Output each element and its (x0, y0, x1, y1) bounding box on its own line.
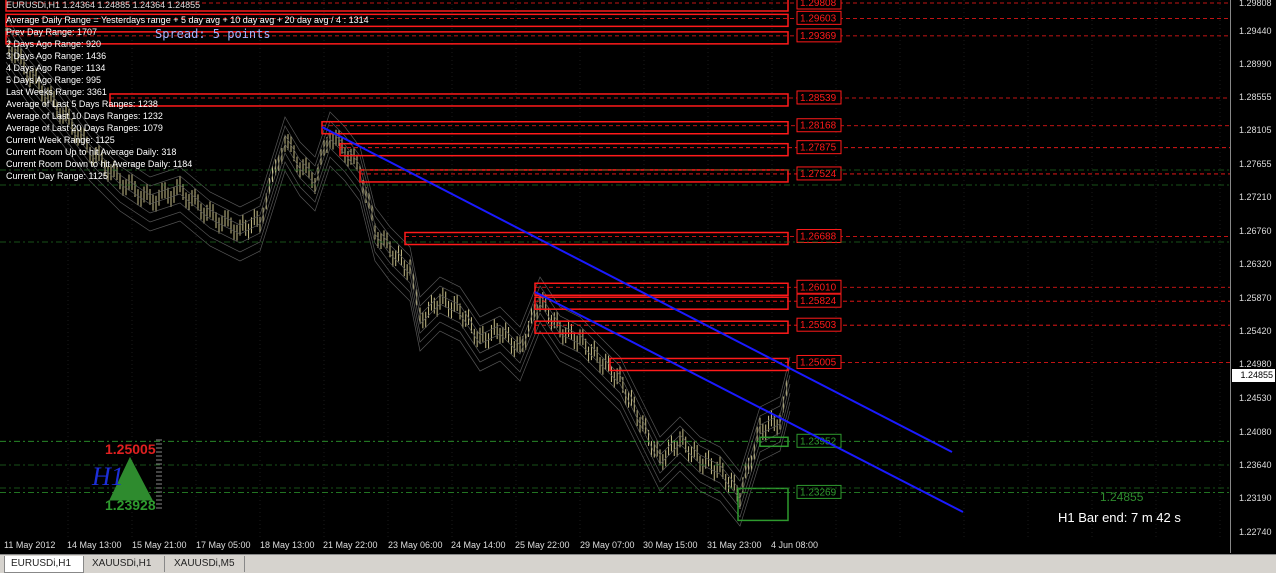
time-tick-label: 18 May 13:00 (260, 540, 315, 550)
time-tick-label: 25 May 22:00 (515, 540, 570, 550)
resistance-level-label: 1.29603 (800, 13, 837, 24)
time-tick-label: 21 May 22:00 (323, 540, 378, 550)
stat-line: Current Room Up to hit Average Daily: 31… (6, 147, 177, 157)
resistance-level-label: 1.25503 (800, 320, 837, 331)
stat-line: Current Day Range: 1125 (6, 171, 108, 181)
time-tick-label: 29 May 07:00 (580, 540, 635, 550)
support-level-label: 1.23269 (800, 487, 837, 498)
resistance-box (404, 231, 789, 246)
resistance-level-label: 1.28168 (800, 121, 837, 132)
current-price-display: 1.24855 (1100, 490, 1144, 504)
time-tick-label: 11 May 2012 (4, 540, 56, 550)
stat-line: Average of Last 20 Days Ranges: 1079 (6, 123, 163, 133)
price-tick-label: 1.28990 (1239, 59, 1272, 70)
resistance-box (339, 142, 789, 157)
stat-line: 4 Days Ago Range: 1134 (6, 63, 106, 73)
stat-line: 5 Days Ago Range: 995 (6, 75, 102, 85)
price-tick-label: 1.22740 (1239, 527, 1272, 537)
indicator-timeframe-label: H1 (92, 462, 124, 491)
time-tick-label: 4 Jun 08:00 (771, 540, 819, 550)
resistance-level-label: 1.25824 (800, 296, 837, 307)
resistance-level-label: 1.25005 (800, 357, 837, 368)
stat-line: 3 Days Ago Range: 1436 (6, 51, 107, 61)
price-tick-label: 1.23640 (1239, 459, 1272, 470)
stat-line: Current Room Down to hit Average Daily: … (6, 159, 193, 169)
price-axis[interactable]: 1.29808 1.29440 1.28990 1.28555 1.28105 1.276… (1231, 0, 1276, 553)
stat-line: Average of Last 5 Days Ranges: 1238 (6, 99, 158, 109)
resistance-level-label: 1.27524 (800, 169, 837, 180)
resistance-box (609, 357, 789, 372)
resistance-level-label: 1.29808 (800, 0, 837, 9)
stat-line: Last Weeks Range: 3361 (6, 87, 107, 97)
stat-line: Average Daily Range = Yesterdays range +… (6, 15, 369, 25)
price-tick-label: 1.24980 (1239, 359, 1272, 370)
indicator-high-value: 1.25005 (105, 441, 156, 457)
price-tick-label: 1.27655 (1239, 159, 1272, 170)
resistance-box (321, 120, 789, 135)
stat-line: Average of Last 10 Days Ranges: 1232 (6, 111, 163, 121)
time-axis[interactable]: 11 May 2012 14 May 13:00 15 May 21:00 17 Ma… (0, 538, 1230, 554)
stat-line: Current Week Range: 1125 (6, 135, 115, 145)
price-tick-label: 1.24530 (1239, 393, 1272, 404)
price-tick-label: 1.27210 (1239, 192, 1272, 203)
chart-tabs-bar: EURUSDi,H1 XAUUSDi,H1 XAUUSDi,M5 (0, 554, 1276, 573)
bar-end-timer: H1 Bar end: 7 m 42 s (1058, 510, 1181, 525)
spread-label: Spread: 5 points (155, 27, 271, 41)
price-tick-label: 1.29440 (1239, 25, 1272, 36)
resistance-level-label: 1.28539 (800, 93, 837, 104)
time-tick-label: 14 May 13:00 (67, 540, 122, 550)
price-tick-label: 1.25420 (1239, 326, 1272, 337)
price-tick-label: 1.26320 (1239, 259, 1272, 270)
support-box (737, 487, 789, 522)
indicator-low-value: 1.23928 (105, 497, 156, 513)
price-tick-label: 1.25870 (1239, 292, 1272, 303)
time-tick-label: 15 May 21:00 (132, 540, 187, 550)
price-tick-label: 1.23190 (1239, 493, 1272, 504)
time-tick-label: 24 May 14:00 (451, 540, 506, 550)
time-tick-label: 17 May 05:00 (196, 540, 251, 550)
chart-tab[interactable]: XAUUSDi,H1 (86, 556, 165, 572)
resistance-box (534, 282, 789, 297)
price-tick-label: 1.28105 (1239, 125, 1272, 136)
chart-tab[interactable]: XAUUSDi,M5 (168, 556, 245, 572)
current-price-marker: 1.24855 (1232, 369, 1275, 382)
price-tick-label: 1.28555 (1239, 91, 1272, 102)
chart-tab[interactable]: EURUSDi,H1 (4, 556, 84, 573)
resistance-level-label: 1.27875 (800, 143, 837, 154)
price-tick-label: 1.26760 (1239, 226, 1272, 237)
resistance-level-label: 1.26010 (800, 282, 837, 293)
symbol-title: EURUSDi,H1 1.24364 1.24885 1.24364 1.248… (6, 0, 201, 10)
time-tick-label: 31 May 23:00 (707, 540, 762, 550)
resistance-level-label: 1.26688 (800, 232, 837, 243)
time-tick-label: 30 May 15:00 (643, 540, 698, 550)
resistance-level-label: 1.29369 (800, 31, 837, 42)
price-tick-label: 1.24080 (1239, 426, 1272, 437)
price-tick-label: 1.29808 (1239, 0, 1272, 8)
time-tick-label: 23 May 06:00 (388, 540, 443, 550)
